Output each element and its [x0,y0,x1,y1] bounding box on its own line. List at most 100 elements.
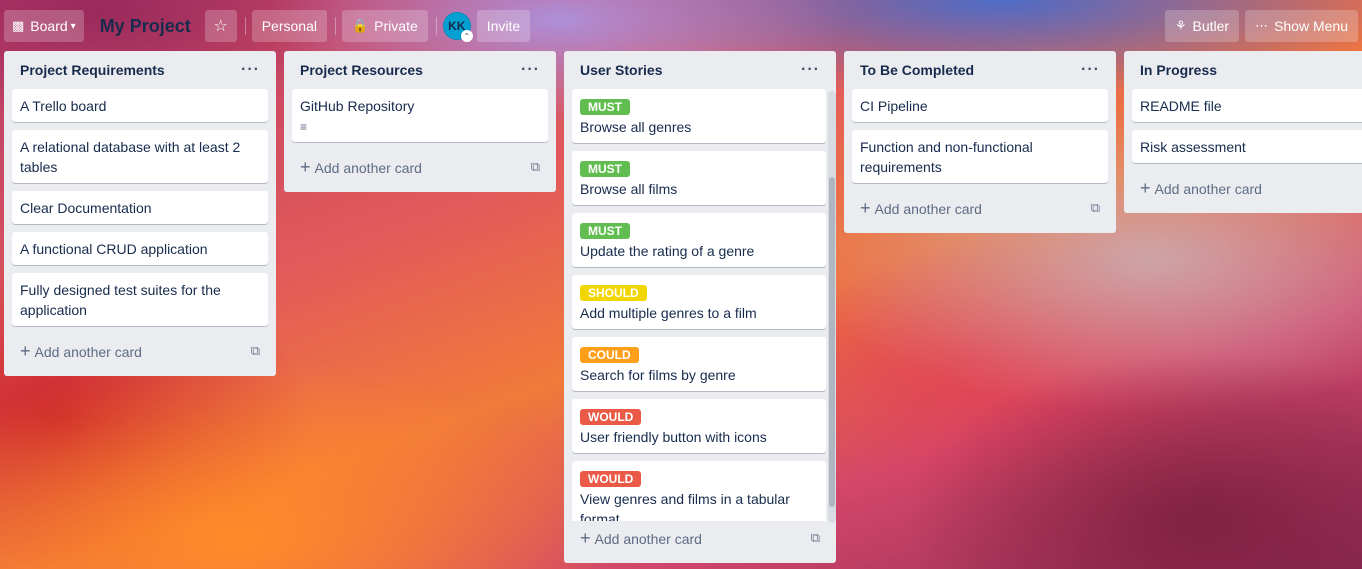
add-card-label: Add another card [874,200,982,217]
card-title: Fully designed test suites for the appli… [20,282,221,318]
add-card-label: Add another card [34,343,142,360]
card-title: Add multiple genres to a film [580,305,757,321]
card-title: Function and non-functional requirements [860,139,1033,175]
card[interactable]: MUST Browse all genres [572,89,826,143]
card-title: Clear Documentation [20,200,152,216]
card[interactable]: Clear Documentation [12,191,268,224]
list-header[interactable]: Project Resources ··· [292,51,548,89]
list-title[interactable]: Project Requirements [20,62,165,78]
add-card-button[interactable]: + Add another card ⧉ [572,521,832,555]
board-switcher-label: Board [30,18,68,34]
card-title: A functional CRUD application [20,241,208,257]
team-button[interactable]: Personal [251,10,327,42]
card-template-icon[interactable]: ⧉ [531,159,540,175]
card[interactable]: GitHub Repository ≡ [292,89,548,142]
card[interactable]: A functional CRUD application [12,232,268,265]
list-menu-icon[interactable]: ··· [521,61,540,79]
add-card-button[interactable]: + Add another card ⧉ [12,334,268,368]
board-icon: ▩ [12,18,25,33]
add-card-button[interactable]: + Add another card ⧉ [292,150,548,184]
visibility-label: Private [374,18,418,34]
card-title: Browse all films [580,181,678,197]
card-title: A relational database with at least 2 ta… [20,139,241,175]
card[interactable]: CI Pipeline [852,89,1108,122]
star-icon: ☆ [213,18,228,35]
admin-badge-icon: ⌃ [460,30,473,42]
card-title: Browse all genres [580,119,692,135]
list-title[interactable]: User Stories [580,62,662,78]
list-title[interactable]: To Be Completed [860,62,974,78]
card-template-icon[interactable]: ⧉ [811,530,820,546]
header-divider [244,17,246,35]
card[interactable]: MUST Update the rating of a genre [572,213,826,267]
card-title: GitHub Repository [300,98,415,114]
add-card-button[interactable]: + Add another card [1132,171,1362,205]
butler-icon: ⚘ [1174,18,1187,33]
scrollbar-thumb[interactable] [829,177,835,507]
star-button[interactable]: ☆ [204,10,237,42]
list-project-requirements: Project Requirements ··· A Trello board … [4,51,276,376]
card[interactable]: Fully designed test suites for the appli… [12,273,268,326]
card[interactable]: COULD Search for films by genre [572,337,826,391]
label-must: MUST [580,99,630,115]
add-card-button[interactable]: + Add another card ⧉ [852,191,1108,225]
member-avatar[interactable]: KK ⌃ [442,12,473,42]
list-menu-icon[interactable]: ··· [241,61,260,79]
add-card-label: Add another card [314,159,422,176]
add-card-label: Add another card [594,530,702,547]
label-should: SHOULD [580,285,647,301]
header-divider [435,17,437,35]
ellipsis-icon: ⋯ [1255,18,1269,33]
board-title[interactable]: My Project [90,16,201,37]
butler-button[interactable]: ⚘ Butler [1164,10,1240,42]
label-must: MUST [580,161,630,177]
add-card-label: Add another card [1154,180,1262,197]
card-title: CI Pipeline [860,98,928,114]
header-divider [334,17,336,35]
plus-icon: + [20,340,31,361]
card[interactable]: Function and non-functional requirements [852,130,1108,183]
card-title: View genres and films in a tabular forma… [580,491,790,521]
list-header[interactable]: In Progress [1132,51,1362,89]
card[interactable]: README file [1132,89,1362,122]
plus-icon: + [1140,177,1151,198]
list-header[interactable]: Project Requirements ··· [12,51,268,89]
card-list-scroll: MUST Browse all genres MUST Browse all f… [572,89,832,521]
lock-icon: 🔒 [351,18,369,33]
label-would: WOULD [580,409,642,425]
board-switcher-button[interactable]: ▩ Board ▾ [4,10,84,42]
invite-button[interactable]: Invite [476,10,531,42]
list-in-progress: In Progress README file Risk assessment … [1124,51,1362,213]
card-title: Search for films by genre [580,367,736,383]
list-menu-icon[interactable]: ··· [801,61,820,79]
visibility-button[interactable]: 🔒 Private [341,10,428,42]
card[interactable]: WOULD View genres and films in a tabular… [572,461,826,521]
label-could: COULD [580,347,639,363]
label-would: WOULD [580,471,642,487]
card[interactable]: A Trello board [12,89,268,122]
list-scrollbar[interactable] [828,91,836,523]
list-header[interactable]: To Be Completed ··· [852,51,1108,89]
card-template-icon[interactable]: ⧉ [1091,200,1100,216]
show-menu-label: Show Menu [1274,18,1348,34]
card-template-icon[interactable]: ⧉ [251,343,260,359]
list-menu-icon[interactable]: ··· [1081,61,1100,79]
butler-label: Butler [1192,18,1230,34]
description-icon: ≡ [300,120,308,134]
list-header[interactable]: User Stories ··· [572,51,832,89]
list-title[interactable]: Project Resources [300,62,423,78]
list-user-stories: User Stories ··· MUST Browse all genres … [564,51,836,563]
card-title: Update the rating of a genre [580,243,755,259]
card[interactable]: MUST Browse all films [572,151,826,205]
card[interactable]: SHOULD Add multiple genres to a film [572,275,826,329]
card-title: User friendly button with icons [580,429,767,445]
show-menu-button[interactable]: ⋯ Show Menu [1245,10,1358,42]
invite-label: Invite [486,18,521,34]
card[interactable]: WOULD User friendly button with icons [572,399,826,453]
card[interactable]: Risk assessment [1132,130,1362,163]
team-label: Personal [261,18,317,34]
list-title[interactable]: In Progress [1140,62,1217,78]
plus-icon: + [580,527,591,548]
card[interactable]: A relational database with at least 2 ta… [12,130,268,183]
label-must: MUST [580,223,630,239]
